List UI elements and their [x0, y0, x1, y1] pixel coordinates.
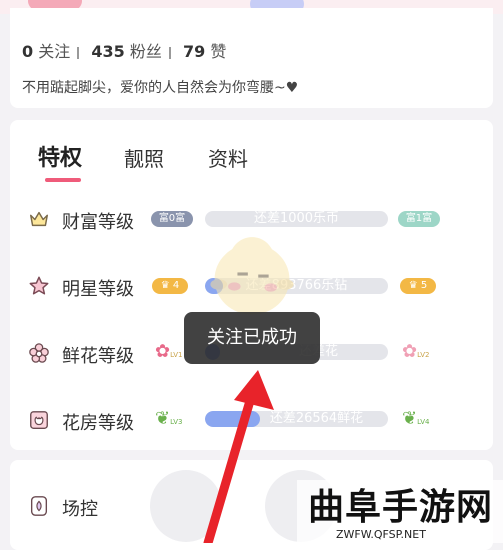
star-next-level: 5: [420, 280, 428, 291]
star-next-badge: ♛ 5: [400, 278, 436, 294]
flower-next-level: LV2: [417, 351, 430, 359]
likes-count: 79: [182, 42, 206, 61]
star-icon: [29, 276, 49, 295]
tab-privilege[interactable]: 特权: [38, 140, 82, 172]
follow-count: 0: [22, 42, 34, 61]
likes-label: 赞: [210, 42, 227, 61]
flower-current-badge: ✿LV1: [155, 341, 183, 362]
level-label-flower: 鲜花等级: [62, 346, 134, 367]
fans-count: 435: [91, 42, 125, 61]
greenhouse-next-level: LV4: [417, 418, 430, 426]
flower-icon: [29, 343, 49, 363]
star-current-badge: ♛ 4: [152, 278, 188, 294]
divider: [168, 46, 171, 59]
control-label: 场控: [62, 499, 98, 520]
shield-icon: [30, 496, 48, 516]
divider: [77, 46, 80, 59]
watermark-url: ZWFW.QFSP.NET: [336, 528, 426, 541]
annotation-arrow-icon: [203, 370, 274, 543]
level-label-star: 明星等级: [62, 279, 134, 300]
level-label-wealth: 财富等级: [62, 212, 134, 233]
greenhouse-icon: [30, 411, 48, 429]
level-label-greenhouse: 花房等级: [62, 413, 134, 434]
mascot-watermark-icon: [210, 237, 294, 315]
follow-label[interactable]: 关注: [38, 42, 70, 61]
watermark-title: 曲阜手游网: [308, 487, 494, 528]
flower-current-level: LV1: [170, 351, 183, 359]
profile-motto: 不用踮起脚尖，爱你的人自然会为你弯腰~♥: [22, 80, 299, 96]
greenhouse-next-badge: ❦LV4: [402, 408, 430, 429]
star-current-level: 4: [172, 280, 180, 291]
greenhouse-current-badge: ❦LV3: [155, 408, 183, 429]
wealth-next-badge: 富1富: [398, 211, 440, 227]
crown-icon: [30, 211, 48, 227]
toast-message: 关注已成功: [184, 312, 320, 364]
tab-photos[interactable]: 靓照: [124, 143, 164, 172]
profile-stats: 0 关注 435 粉丝 79 赞: [22, 38, 226, 62]
active-tab-indicator: [45, 178, 81, 182]
flower-next-badge: ✿LV2: [402, 341, 430, 362]
fans-label[interactable]: 粉丝: [130, 42, 162, 61]
wealth-current-badge: 富0富: [151, 211, 193, 227]
tab-profile[interactable]: 资料: [208, 143, 248, 172]
